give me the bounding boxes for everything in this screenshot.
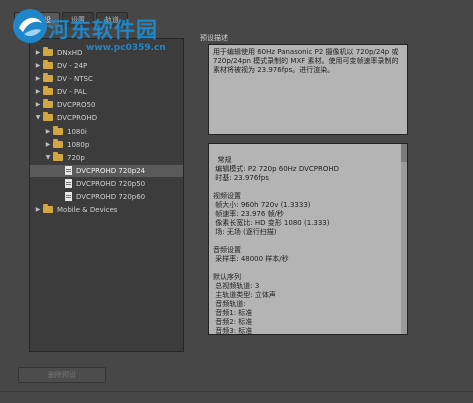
folder-icon — [53, 126, 63, 135]
folder-icon — [43, 99, 53, 108]
expand-arrow-icon[interactable]: ▶ — [34, 99, 42, 111]
tree-item-dnxhd[interactable]: ▶ DNxHD — [30, 47, 183, 59]
expand-arrow-icon[interactable]: ▶ — [34, 47, 42, 59]
tab-bar: 序列预设 设置 轨道 — [14, 12, 130, 27]
tree-item-label: DVCPROHD 720p24 — [76, 167, 146, 175]
preset-description-label: 预设描述 — [200, 34, 228, 42]
folder-icon — [43, 86, 53, 95]
tree-item-dvcpro50[interactable]: ▶ DVCPRO50 — [30, 99, 183, 111]
tree-item-label: DV - 24P — [57, 62, 88, 70]
tree-item-label: DVCPRO50 — [57, 101, 96, 109]
tree-item-dv-24p[interactable]: ▶ DV - 24P — [30, 60, 183, 72]
collapse-arrow-icon[interactable]: ▼ — [34, 112, 42, 124]
tree-item-dv-ntsc[interactable]: ▶ DV - NTSC — [30, 73, 183, 85]
tree-item-dv-pal[interactable]: ▶ DV - PAL — [30, 86, 183, 98]
tree-item-dvcprohd-720p24[interactable]: DVCPROHD 720p24 — [30, 165, 183, 177]
bottom-divider — [0, 391, 473, 392]
folder-icon — [53, 152, 63, 161]
expand-arrow-icon[interactable]: ▶ — [34, 60, 42, 72]
folder-icon — [43, 47, 53, 56]
tree-item-label: DVCPROHD 720p50 — [76, 180, 146, 188]
tree-item-dvcprohd-720p50[interactable]: DVCPROHD 720p50 — [30, 178, 183, 190]
tree-item-label: 1080p — [67, 141, 90, 149]
expand-arrow-icon[interactable]: ▶ — [34, 73, 42, 85]
preset-details-text: 常规 编辑模式: P2 720p 60Hz DVCPROHD 时基: 23.97… — [213, 156, 340, 335]
preset-file-icon — [65, 179, 72, 188]
tree-item-label: DVCPROHD — [57, 114, 98, 122]
preset-file-icon — [65, 192, 72, 201]
expand-arrow-icon[interactable]: ▶ — [34, 86, 42, 98]
delete-preset-button[interactable]: 删除预设 — [18, 367, 106, 383]
folder-icon — [43, 112, 53, 121]
preset-tree[interactable]: ▶ DNxHD ▶ DV - 24P ▶ DV - NTSC ▶ DV - PAL ▶ D… — [29, 38, 184, 352]
tab-settings[interactable]: 设置 — [62, 12, 94, 27]
tab-tracks[interactable]: 轨道 — [96, 12, 128, 27]
folder-icon — [43, 204, 53, 213]
tree-item-label: 720p — [67, 154, 85, 162]
tree-item-label: 1080i — [67, 128, 87, 136]
details-scrollbar[interactable] — [401, 144, 407, 334]
expand-arrow-icon[interactable]: ▶ — [44, 126, 52, 138]
folder-icon — [43, 60, 53, 69]
tree-item-dvcprohd[interactable]: ▼ DVCPROHD — [30, 112, 183, 124]
expand-arrow-icon[interactable]: ▶ — [34, 204, 42, 216]
preset-file-icon — [65, 166, 72, 175]
tree-item-720p[interactable]: ▼ 720p — [30, 152, 183, 164]
tree-item-dvcprohd-720p60[interactable]: DVCPROHD 720p60 — [30, 191, 183, 203]
folder-icon — [53, 139, 63, 148]
folder-icon — [43, 73, 53, 82]
preset-details-box[interactable]: 常规 编辑模式: P2 720p 60Hz DVCPROHD 时基: 23.97… — [208, 143, 408, 335]
tree-item-label: DV - NTSC — [57, 75, 93, 83]
preset-description-text: 用于编辑使用 60Hz Panasonic P2 摄像机以 720p/24p 或… — [213, 48, 401, 74]
tree-item-label: DNxHD — [57, 49, 83, 57]
tree-item-label: DV - PAL — [57, 88, 87, 96]
preset-description-box: 用于编辑使用 60Hz Panasonic P2 摄像机以 720p/24p 或… — [208, 44, 408, 135]
tree-item-1080i[interactable]: ▶ 1080i — [30, 126, 183, 138]
tree-item-mobile-devices[interactable]: ▶ Mobile & Devices — [30, 204, 183, 216]
tree-item-label: Mobile & Devices — [57, 206, 118, 214]
expand-arrow-icon[interactable]: ▶ — [44, 139, 52, 151]
tree-item-1080p[interactable]: ▶ 1080p — [30, 139, 183, 151]
details-scroll-thumb[interactable] — [401, 144, 407, 162]
tab-sequence-presets[interactable]: 序列预设 — [14, 12, 60, 27]
collapse-arrow-icon[interactable]: ▼ — [44, 152, 52, 164]
tree-item-label: DVCPROHD 720p60 — [76, 193, 146, 201]
